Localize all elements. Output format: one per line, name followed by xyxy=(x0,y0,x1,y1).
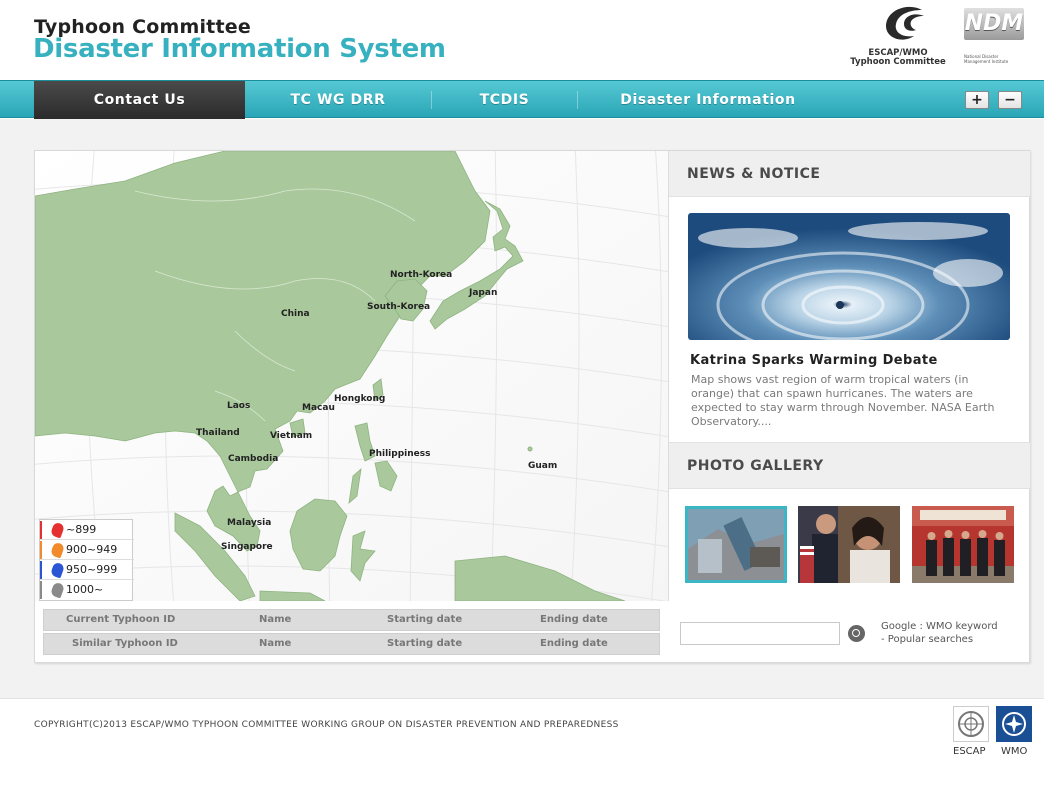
similar-typhoon-id-label[interactable]: Similar Typhoon ID xyxy=(72,638,178,649)
news-image[interactable] xyxy=(688,213,1010,340)
typhoon-marker-red-icon xyxy=(49,521,66,539)
typhoon-marker-gray-icon xyxy=(49,581,66,599)
search-hint[interactable]: Google : WMO keyword - Popular searches xyxy=(881,620,998,646)
similar-typhoon-name: Name xyxy=(259,638,292,649)
similar-typhoon-row: Similar Typhoon ID Name Starting date En… xyxy=(43,633,660,655)
site-title-line2[interactable]: Disaster Information System xyxy=(33,34,446,64)
current-typhoon-name: Name xyxy=(259,614,292,625)
typhoon-map[interactable]: North-Korea Japan South-Korea China Hong… xyxy=(35,151,668,601)
map-label-south-korea[interactable]: South-Korea xyxy=(367,302,430,312)
search-icon[interactable] xyxy=(848,625,865,642)
map-label-hongkong[interactable]: Hongkong xyxy=(334,394,385,404)
escap-logo-text: ESCAP/WMO Typhoon Committee xyxy=(850,48,946,67)
ndm-logo-mark: NDM xyxy=(964,8,1024,40)
disaster-debris-photo xyxy=(688,509,784,580)
nav-item-tc-wg-drr[interactable]: TC WG DRR xyxy=(245,81,431,119)
map-label-guam[interactable]: Guam xyxy=(528,461,557,471)
news-summary[interactable]: Map shows vast region of warm tropical w… xyxy=(691,373,1013,429)
legend-item: 950~999 xyxy=(40,560,134,580)
typhoon-marker-orange-icon xyxy=(49,541,66,559)
zoom-in-button[interactable]: + xyxy=(965,91,989,109)
right-column: NEWS & NOTICE Katrina Sparks Warming Deb… xyxy=(668,151,1030,601)
news-section-title[interactable]: NEWS & NOTICE xyxy=(687,166,820,182)
gallery-thumbnail-3[interactable] xyxy=(912,506,1014,583)
current-typhoon-id-label[interactable]: Current Typhoon ID xyxy=(66,614,175,625)
news-headline[interactable]: Katrina Sparks Warming Debate xyxy=(690,353,938,368)
main-nav: Contact Us TC WG DRR TCDIS Disaster Info… xyxy=(0,80,1044,119)
escap-label: ESCAP xyxy=(953,746,986,757)
site-header: Typhoon Committee Disaster Information S… xyxy=(0,0,1044,80)
wmo-emblem-icon xyxy=(1002,712,1026,736)
map-label-japan[interactable]: Japan xyxy=(469,288,497,298)
similar-typhoon-end-date: Ending date xyxy=(540,638,608,649)
ndm-logo[interactable]: NDM National Disaster Management Institu… xyxy=(964,8,1026,68)
map-label-laos[interactable]: Laos xyxy=(227,401,250,411)
gallery-thumbnail-2[interactable] xyxy=(798,506,900,583)
legend-item: ~899 xyxy=(40,520,134,540)
search-input[interactable] xyxy=(680,622,840,645)
current-typhoon-start-date: Starting date xyxy=(387,614,463,625)
map-label-macau[interactable]: Macau xyxy=(302,403,335,413)
gallery-thumbnail-1[interactable] xyxy=(685,506,787,583)
meeting-speaker-photo xyxy=(798,506,900,583)
gallery-section-title[interactable]: PHOTO GALLERY xyxy=(687,458,824,474)
wmo-label: WMO xyxy=(1001,746,1028,757)
gallery-header: PHOTO GALLERY xyxy=(669,442,1030,489)
wmo-logo[interactable] xyxy=(996,706,1032,742)
nav-item-contact-us[interactable]: Contact Us xyxy=(34,81,245,119)
copyright-text: COPYRIGHT(C)2013 ESCAP/WMO TYPHOON COMMI… xyxy=(34,720,619,730)
escap-swirl-icon xyxy=(886,6,924,40)
typhoon-marker-blue-icon xyxy=(49,561,66,579)
similar-typhoon-start-date: Starting date xyxy=(387,638,463,649)
map-label-vietnam[interactable]: Vietnam xyxy=(270,431,312,441)
page: { "header": { "title_line1": "Typhoon Co… xyxy=(0,0,1044,788)
nav-item-disaster-information[interactable]: Disaster Information xyxy=(578,81,838,119)
legend-item: 1000~ xyxy=(40,580,134,600)
map-label-malaysia[interactable]: Malaysia xyxy=(227,518,271,528)
escap-wmo-logo[interactable]: ESCAP/WMO Typhoon Committee xyxy=(850,4,946,68)
main-panel: North-Korea Japan South-Korea China Hong… xyxy=(34,150,1030,663)
ndm-logo-text: National Disaster Management Institute xyxy=(964,54,1009,64)
map-label-cambodia[interactable]: Cambodia xyxy=(228,454,278,464)
news-header: NEWS & NOTICE xyxy=(669,151,1030,197)
map-label-singapore[interactable]: Singapore xyxy=(221,542,273,552)
un-emblem-icon xyxy=(958,711,984,737)
pressure-legend: ~899 900~949 950~999 1000~ xyxy=(39,519,134,601)
legend-item: 900~949 xyxy=(40,540,134,560)
map-label-thailand[interactable]: Thailand xyxy=(196,428,240,438)
map-label-philippiness[interactable]: Philippiness xyxy=(369,449,430,459)
escap-un-logo[interactable] xyxy=(953,706,989,742)
nav-item-tcdis[interactable]: TCDIS xyxy=(432,81,577,119)
current-typhoon-end-date: Ending date xyxy=(540,614,608,625)
zoom-out-button[interactable]: − xyxy=(998,91,1022,109)
hurricane-satellite-image xyxy=(688,213,1010,340)
group-photo xyxy=(912,506,1014,583)
map-label-china[interactable]: China xyxy=(281,309,310,319)
map-label-north-korea[interactable]: North-Korea xyxy=(390,270,452,280)
current-typhoon-row: Current Typhoon ID Name Starting date En… xyxy=(43,609,660,631)
